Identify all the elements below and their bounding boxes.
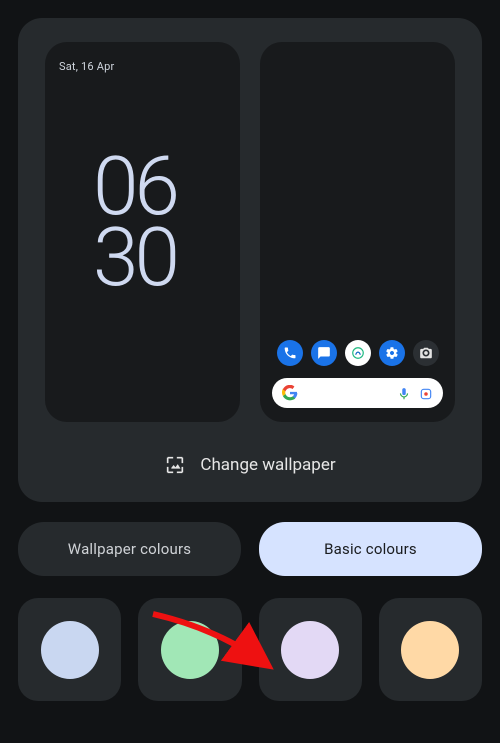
colour-swatches	[18, 598, 482, 701]
change-wallpaper-button[interactable]: Change wallpaper	[40, 448, 460, 482]
swatch-circle	[281, 621, 339, 679]
swatch-circle	[401, 621, 459, 679]
swatch-peach[interactable]	[379, 598, 482, 701]
swatch-circle	[161, 621, 219, 679]
swatch-lilac[interactable]	[259, 598, 362, 701]
phone-icon	[277, 340, 303, 366]
mic-icon	[397, 386, 411, 400]
lockscreen-date: Sat, 16 Apr	[59, 60, 114, 73]
homescreen-preview[interactable]	[260, 42, 455, 422]
camera-icon	[413, 340, 439, 366]
tab-label: Wallpaper colours	[68, 540, 191, 558]
messages-icon	[311, 340, 337, 366]
browser-icon	[345, 340, 371, 366]
settings-icon	[379, 340, 405, 366]
tab-wallpaper-colours[interactable]: Wallpaper colours	[18, 522, 241, 576]
tab-basic-colours[interactable]: Basic colours	[259, 522, 482, 576]
clock-minutes: 30	[93, 223, 176, 294]
swatch-blue[interactable]	[18, 598, 121, 701]
google-logo-icon	[282, 385, 298, 401]
home-dock	[260, 340, 455, 366]
search-bar	[272, 378, 443, 408]
wallpaper-icon	[164, 454, 186, 476]
lockscreen-preview[interactable]: Sat, 16 Apr 06 30	[45, 42, 240, 422]
lockscreen-clock: 06 30	[93, 152, 176, 293]
change-wallpaper-label: Change wallpaper	[200, 455, 335, 475]
swatch-circle	[41, 621, 99, 679]
lens-icon	[419, 386, 433, 400]
swatch-green[interactable]	[138, 598, 241, 701]
wallpaper-style-preview-card: Sat, 16 Apr 06 30	[18, 18, 482, 502]
tab-label: Basic colours	[324, 540, 417, 558]
phone-previews-row: Sat, 16 Apr 06 30	[40, 42, 460, 422]
colour-source-tabs: Wallpaper colours Basic colours	[18, 522, 482, 576]
